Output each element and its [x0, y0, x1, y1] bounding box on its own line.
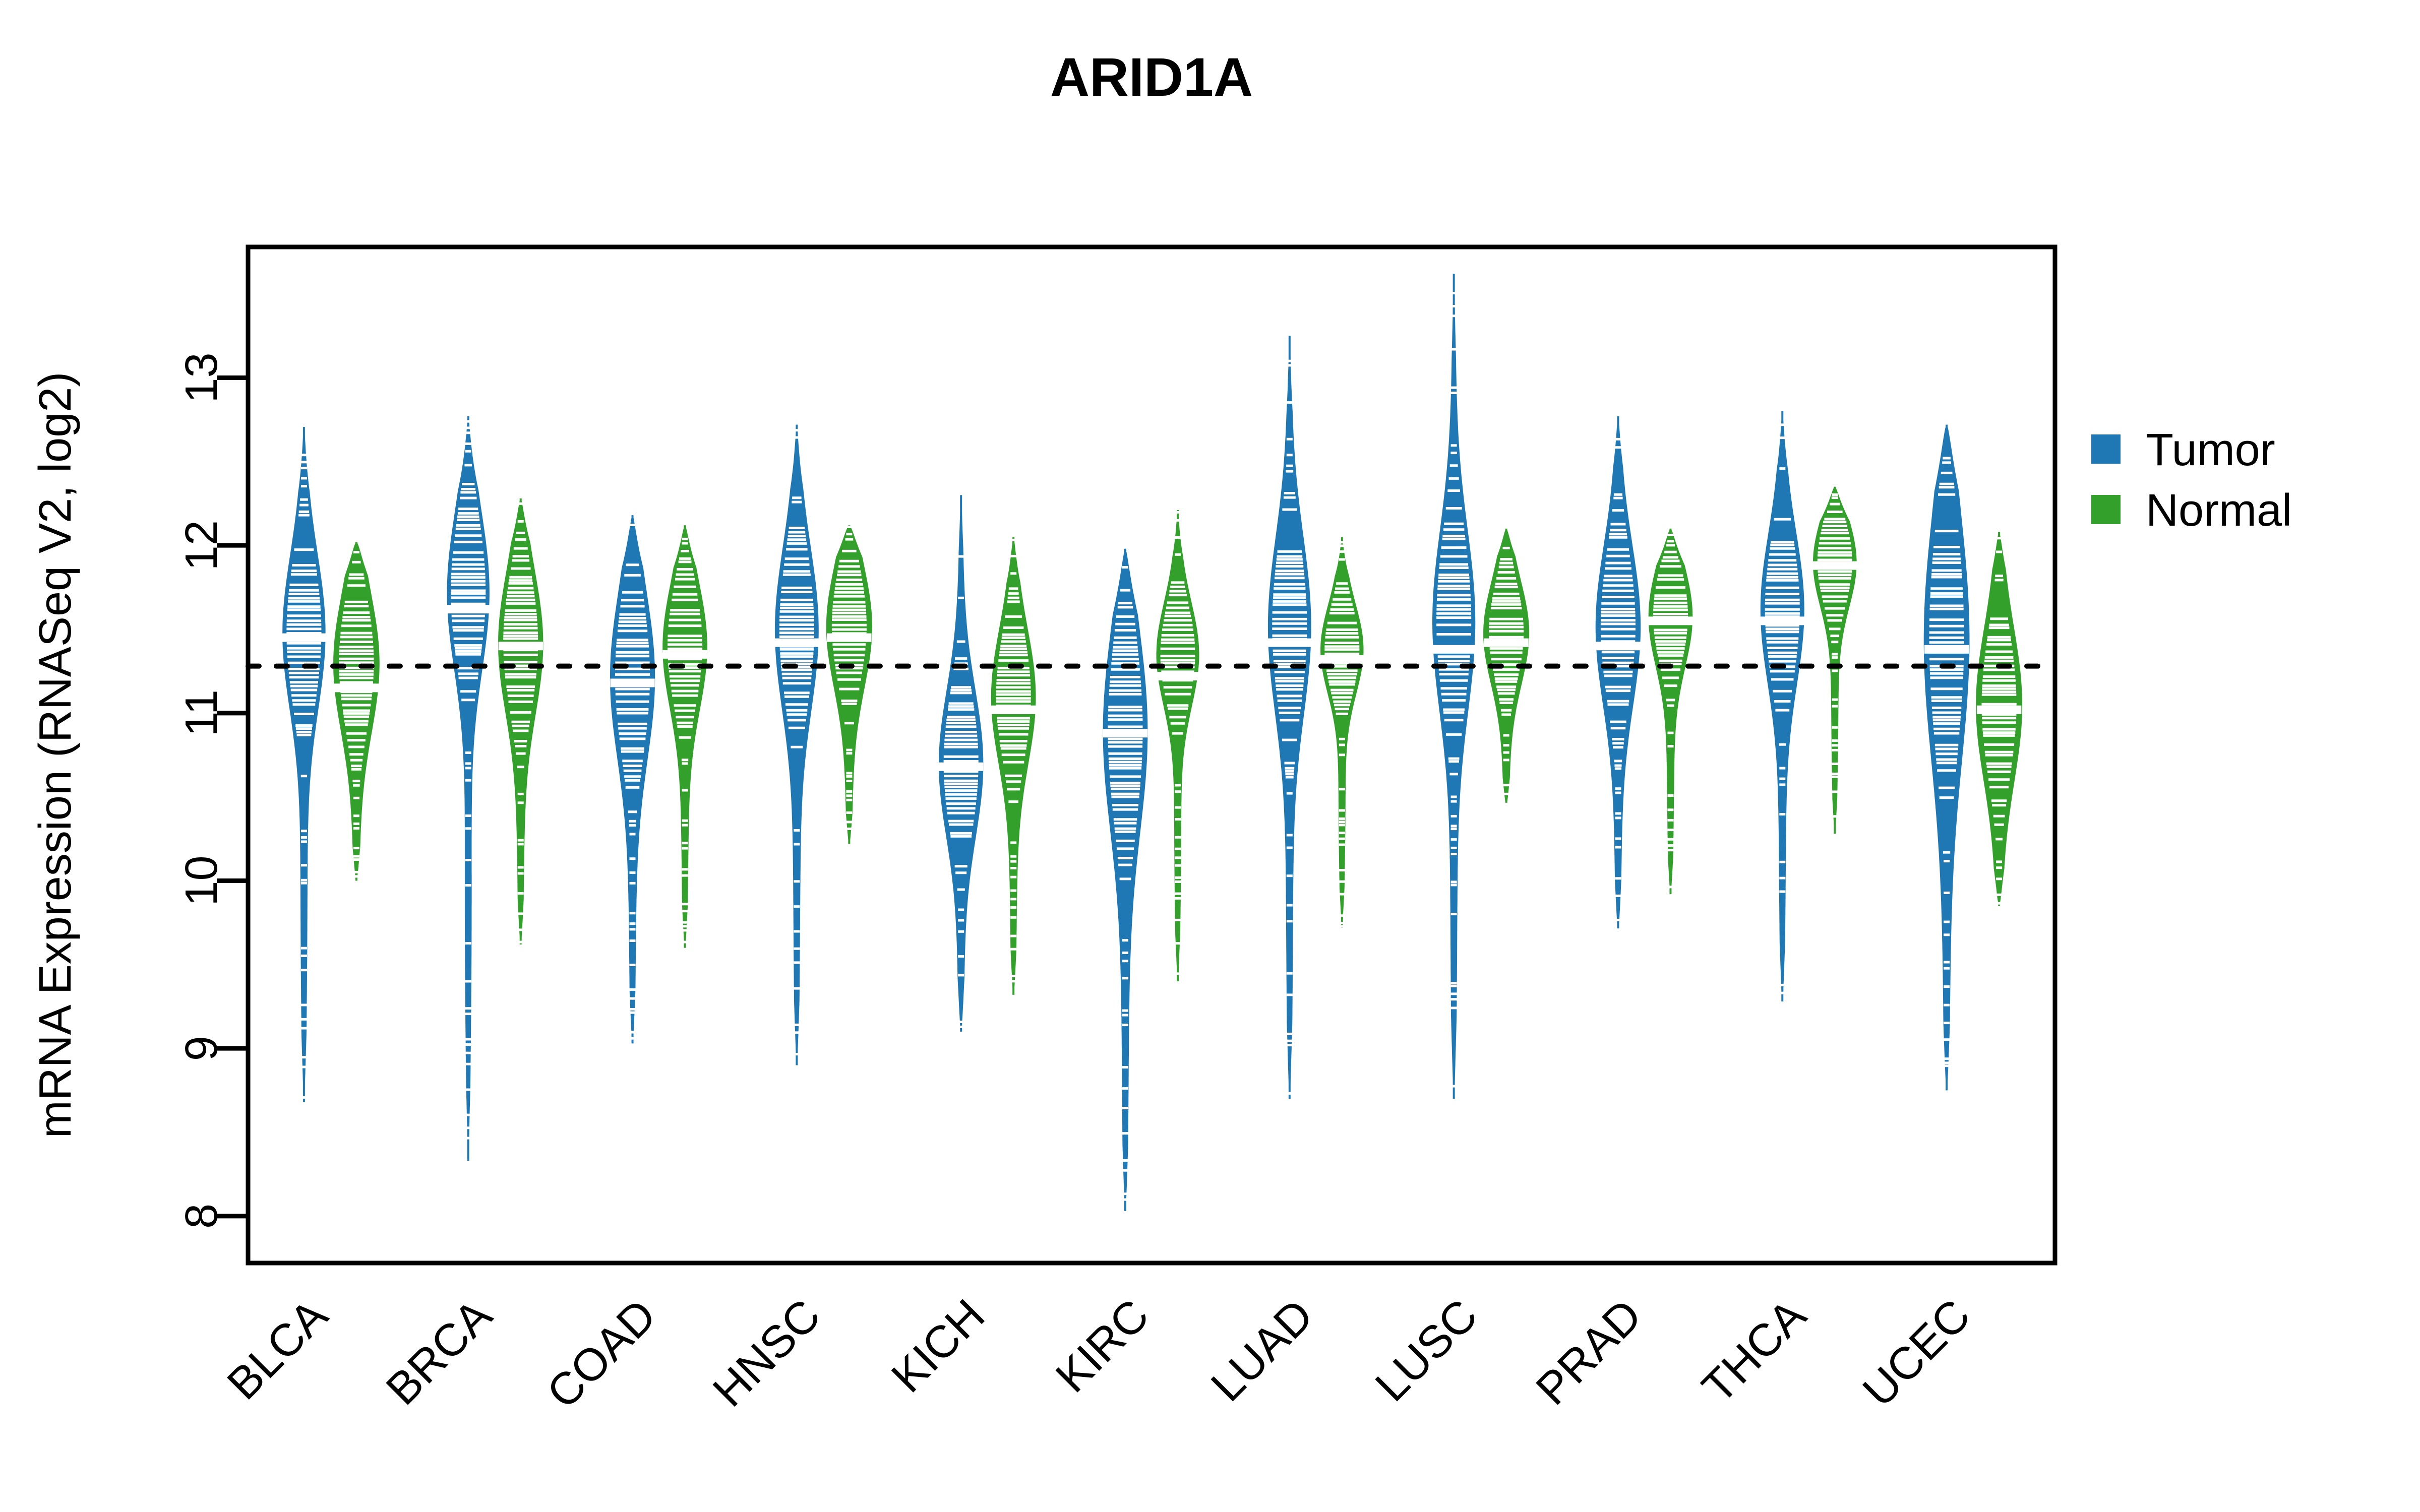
beanplot-svg: ARID1A 8 9 10 11 12 13 mRNA Expression (RNASeq … [0, 0, 2420, 1512]
y-axis-tick-label: 8 [176, 1204, 227, 1229]
y-axis-tick-label: 11 [176, 689, 227, 736]
y-axis-tick-label: 13 [176, 352, 227, 403]
legend-swatch-normal [2091, 495, 2121, 524]
legend-swatch-tumor [2091, 434, 2121, 464]
legend-label-normal: Normal [2146, 485, 2292, 536]
legend-label-tumor: Tumor [2146, 425, 2275, 475]
y-axis-tick-label: 10 [176, 855, 227, 906]
chart-title: ARID1A [1050, 46, 1253, 107]
y-axis-title: mRNA Expression (RNASeq V2, log2) [30, 372, 81, 1139]
chart-figure: ARID1A 8 9 10 11 12 13 mRNA Expression (RNASeq … [0, 0, 2420, 1512]
y-axis-tick-label: 9 [176, 1036, 227, 1061]
y-axis-tick-label: 12 [176, 520, 227, 571]
